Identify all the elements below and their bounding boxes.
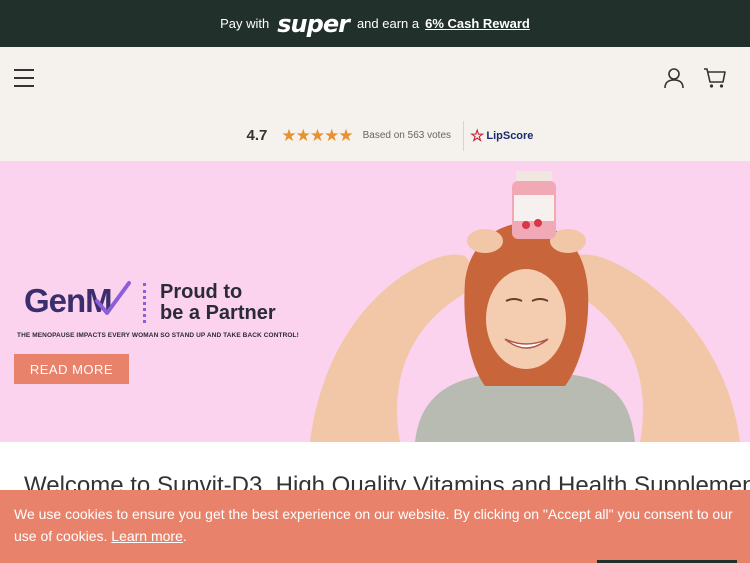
cookie-suffix: . (182, 528, 187, 544)
hero-woman-image (310, 171, 740, 442)
divider (463, 120, 465, 151)
dotted-separator (143, 283, 147, 323)
partner-heading: Proud to be a Partner (160, 282, 276, 324)
promo-prefix: Pay with (220, 16, 270, 31)
rating-votes: Based on 563 votes (362, 130, 452, 141)
partner-line-1: Proud to (160, 281, 243, 303)
promo-bar: Pay with super and earn a 6% Cash Reward (0, 0, 750, 47)
lipscore-star-icon: ☆ (470, 127, 485, 145)
rating-bar: 4.7 ★★★★★ Based on 563 votes ☆ LipScore (0, 110, 750, 161)
shopping-cart-icon[interactable] (703, 67, 727, 89)
hero-banner: GenM Proud to be a Partner THE MENOPAUSE… (0, 161, 750, 442)
rating-stars-icon: ★★★★★ (281, 125, 353, 145)
learn-more-link[interactable]: Learn more (111, 528, 183, 544)
rating-score: 4.7 (246, 127, 268, 144)
hamburger-menu-icon[interactable] (14, 69, 34, 87)
cash-reward-link[interactable]: 6% Cash Reward (425, 16, 530, 31)
lipscore-label: LipScore (486, 129, 534, 142)
checkmark-icon (95, 281, 131, 315)
super-logo: super (277, 9, 350, 38)
user-account-icon[interactable] (663, 67, 685, 89)
lipscore-logo[interactable]: ☆ LipScore (470, 126, 533, 146)
read-more-button[interactable]: READ MORE (14, 354, 129, 384)
partner-line-2: be a Partner (160, 302, 276, 324)
promo-middle: and earn a (356, 16, 420, 31)
site-header (0, 47, 750, 110)
hero-tagline: THE MENOPAUSE IMPACTS EVERY WOMAN SO STA… (17, 332, 299, 339)
cookie-banner: We use cookies to ensure you get the bes… (0, 490, 750, 563)
